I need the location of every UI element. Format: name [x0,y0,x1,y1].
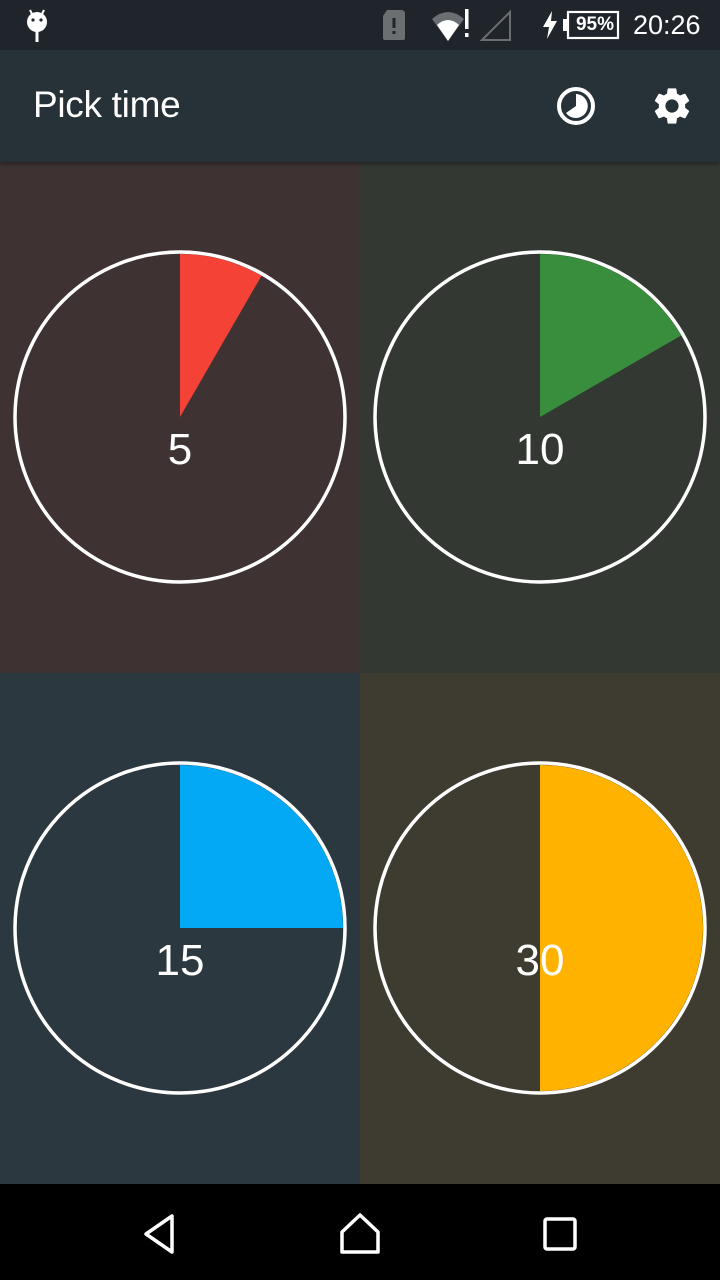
timer-dial [373,250,707,584]
android-debug-icon [24,0,50,50]
battery-icon: 95% [562,0,620,50]
home-button[interactable] [320,1204,400,1264]
sim-alert-icon [381,0,407,50]
timer-dial [13,761,347,1095]
recents-button[interactable] [520,1204,600,1264]
back-icon [144,1214,174,1254]
charging-bolt-icon [541,0,559,50]
timer-dial [373,761,707,1095]
app-bar: Pick time [0,50,720,162]
timer-label: 5 [167,425,193,474]
timer-label: 10 [515,425,565,474]
status-bar: 95% 20:26 [0,0,720,50]
back-button[interactable] [120,1204,200,1264]
recents-icon [543,1217,577,1251]
clock: 20:26 [633,9,701,40]
timer-label: 15 [155,936,205,985]
timer-wedge [180,254,262,417]
timer-grid: 5 10 15 30 [0,162,720,1184]
timer-label: 30 [515,936,565,985]
cell-signal-empty-icon [480,0,512,50]
home-icon [340,1213,380,1254]
settings-button[interactable] [646,80,698,132]
timer-wedge [540,254,682,417]
timer-wedge [180,765,343,928]
settings-gear-icon [654,88,690,124]
timer-dial [13,250,347,584]
wifi-alert-icon [430,0,470,50]
timer-option-5[interactable]: 5 [0,162,360,673]
timer-option-15[interactable]: 15 [0,673,360,1184]
battery-percent: 95% [575,14,615,35]
timer-wedge [540,765,703,1091]
timer-history-icon [557,87,595,125]
timer-option-10[interactable]: 10 [360,162,720,673]
timer-option-30[interactable]: 30 [360,673,720,1184]
nav-bar [0,1184,720,1280]
page-title: Pick time [33,84,181,125]
timer-history-button[interactable] [550,80,602,132]
